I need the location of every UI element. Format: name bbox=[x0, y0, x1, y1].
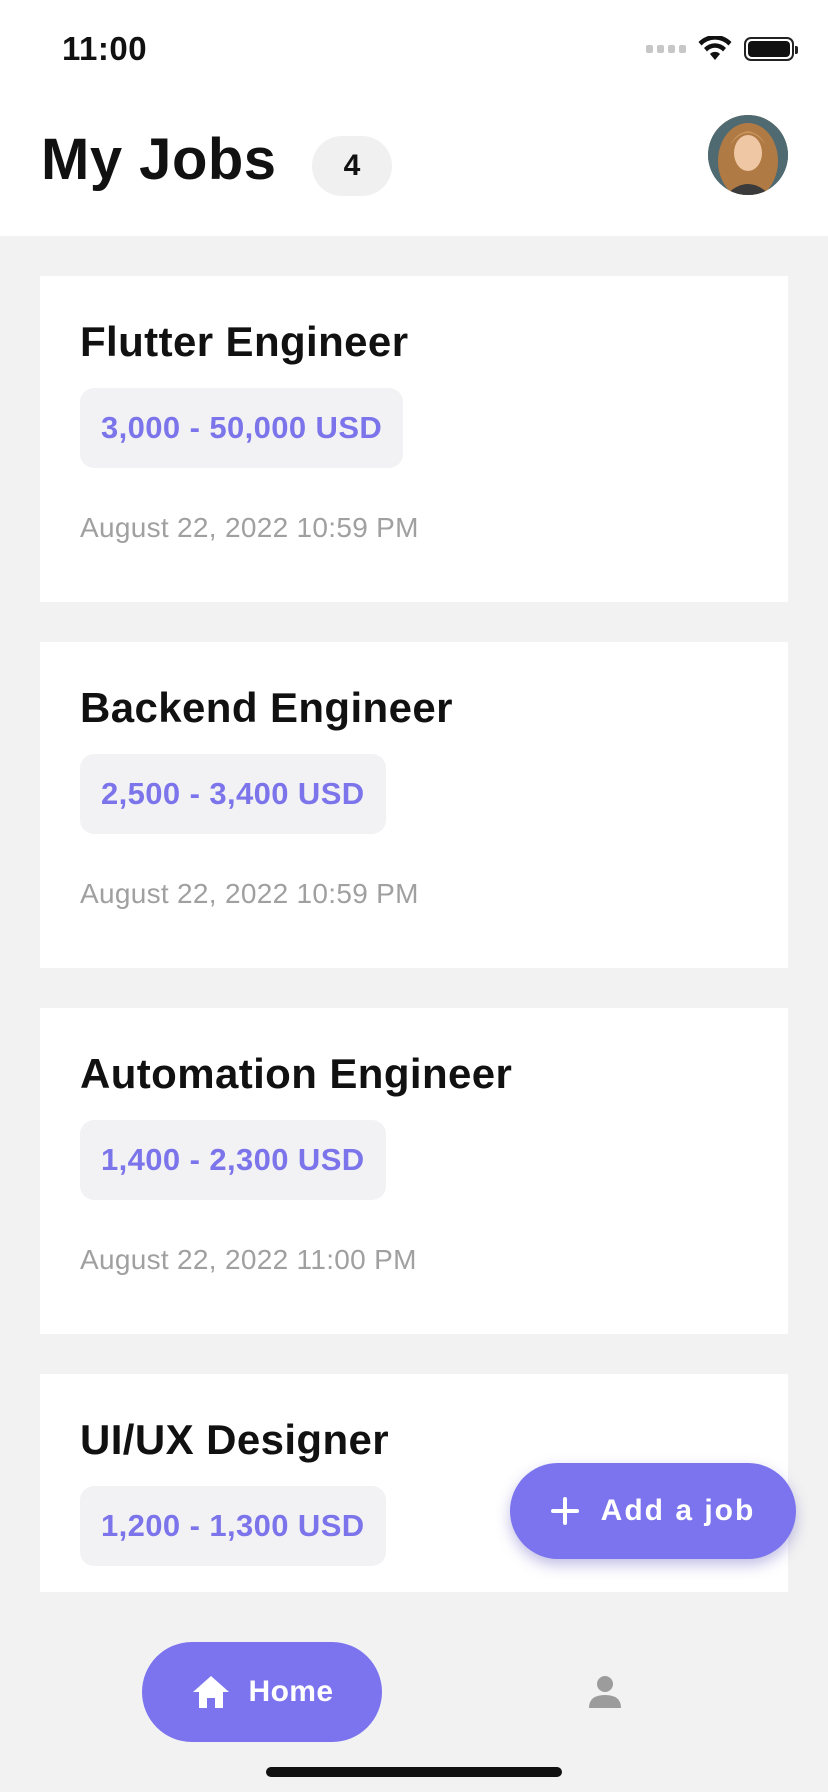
home-indicator bbox=[266, 1767, 562, 1777]
job-title: Backend Engineer bbox=[80, 684, 453, 731]
job-date: August 22, 2022 11:00 PM bbox=[80, 1244, 417, 1275]
job-list: Flutter Engineer 3,000 - 50,000 USD Augu… bbox=[0, 236, 828, 1592]
cellular-signal-icon bbox=[646, 45, 686, 53]
person-icon bbox=[589, 1676, 621, 1708]
job-card[interactable]: Automation Engineer 1,400 - 2,300 USD Au… bbox=[40, 1008, 788, 1334]
job-date: August 22, 2022 10:59 PM bbox=[80, 512, 419, 543]
screen: 11:00 My Jobs 4 Flutter Engineer 3,000 -… bbox=[0, 0, 828, 1792]
add-job-button[interactable]: Add a job bbox=[510, 1463, 796, 1559]
nav-home-label: Home bbox=[248, 1675, 334, 1708]
plus-icon bbox=[550, 1497, 579, 1525]
salary-chip: 3,000 - 50,000 USD bbox=[80, 388, 404, 468]
salary-chip: 1,200 - 1,300 USD bbox=[80, 1486, 386, 1566]
job-card[interactable]: Backend Engineer 2,500 - 3,400 USD Augus… bbox=[40, 642, 788, 968]
salary-chip: 2,500 - 3,400 USD bbox=[80, 754, 386, 834]
job-date: August 22, 2022 10:59 PM bbox=[80, 878, 419, 909]
job-count-badge: 4 bbox=[312, 136, 392, 196]
add-job-label: Add a job bbox=[600, 1494, 756, 1527]
job-title: Flutter Engineer bbox=[80, 318, 409, 365]
bottom-nav: Home bbox=[0, 1592, 828, 1792]
header: My Jobs 4 bbox=[0, 100, 828, 236]
status-time: 11:00 bbox=[62, 30, 148, 67]
nav-item-profile[interactable] bbox=[575, 1662, 635, 1722]
page-title: My Jobs bbox=[41, 127, 277, 192]
job-title: UI/UX Designer bbox=[80, 1416, 390, 1463]
salary-chip: 1,400 - 2,300 USD bbox=[80, 1120, 386, 1200]
avatar-image bbox=[708, 115, 788, 195]
job-card[interactable]: Flutter Engineer 3,000 - 50,000 USD Augu… bbox=[40, 276, 788, 602]
status-bar: 11:00 bbox=[0, 0, 828, 100]
home-icon bbox=[192, 1676, 229, 1708]
nav-item-home[interactable]: Home bbox=[142, 1642, 382, 1742]
wifi-icon bbox=[698, 36, 732, 60]
status-icons bbox=[646, 36, 798, 62]
battery-icon bbox=[744, 37, 798, 61]
avatar[interactable] bbox=[708, 115, 788, 195]
job-title: Automation Engineer bbox=[80, 1050, 513, 1097]
